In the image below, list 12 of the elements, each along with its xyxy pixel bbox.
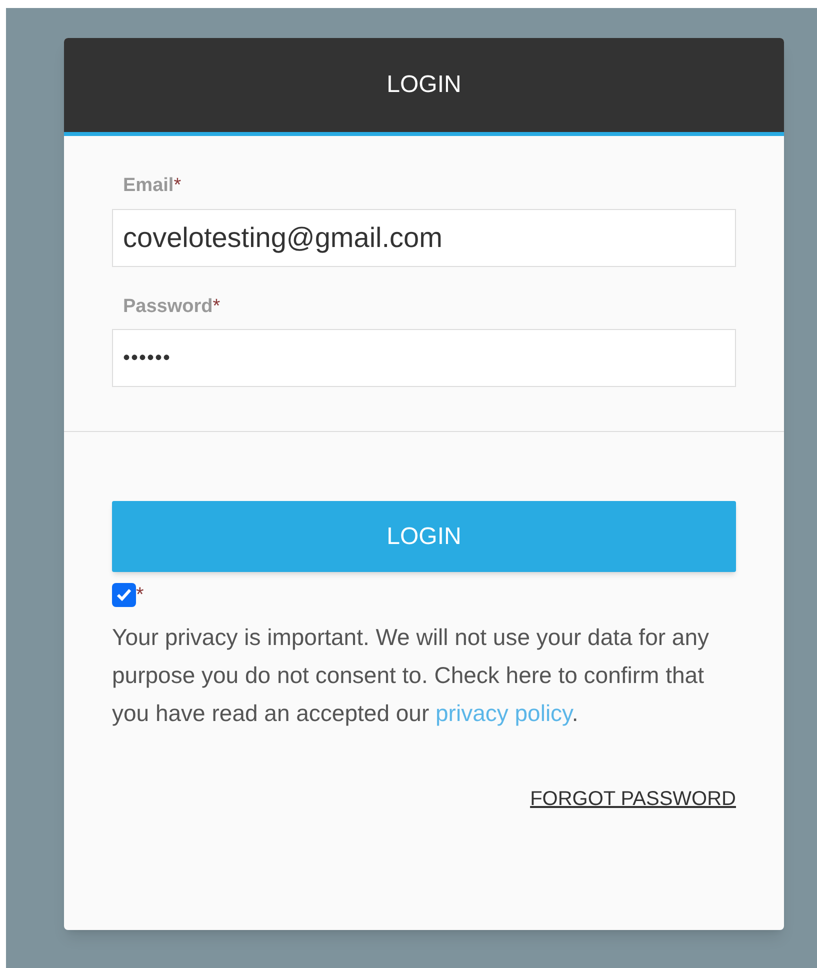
required-mark: * <box>212 296 220 316</box>
privacy-notice: Your privacy is important. We will not use your data for any purpose you do not consent to. Check here to confirm that you have read an accepted our privacy policy. <box>112 623 710 728</box>
required-mark: * <box>174 175 182 196</box>
email-field[interactable]: covelotesting@gmail.com <box>112 208 736 266</box>
field-label: Password <box>123 296 213 316</box>
password-field[interactable]: •••••• <box>112 329 736 387</box>
forgot-password-link[interactable]: FORGOT PASSWORD <box>530 784 736 814</box>
required-mark: * <box>136 583 144 608</box>
consent-checkbox[interactable] <box>112 583 136 607</box>
check-icon <box>115 586 133 604</box>
header-title: LOGIN <box>386 70 462 100</box>
field-label: Email <box>123 175 174 196</box>
